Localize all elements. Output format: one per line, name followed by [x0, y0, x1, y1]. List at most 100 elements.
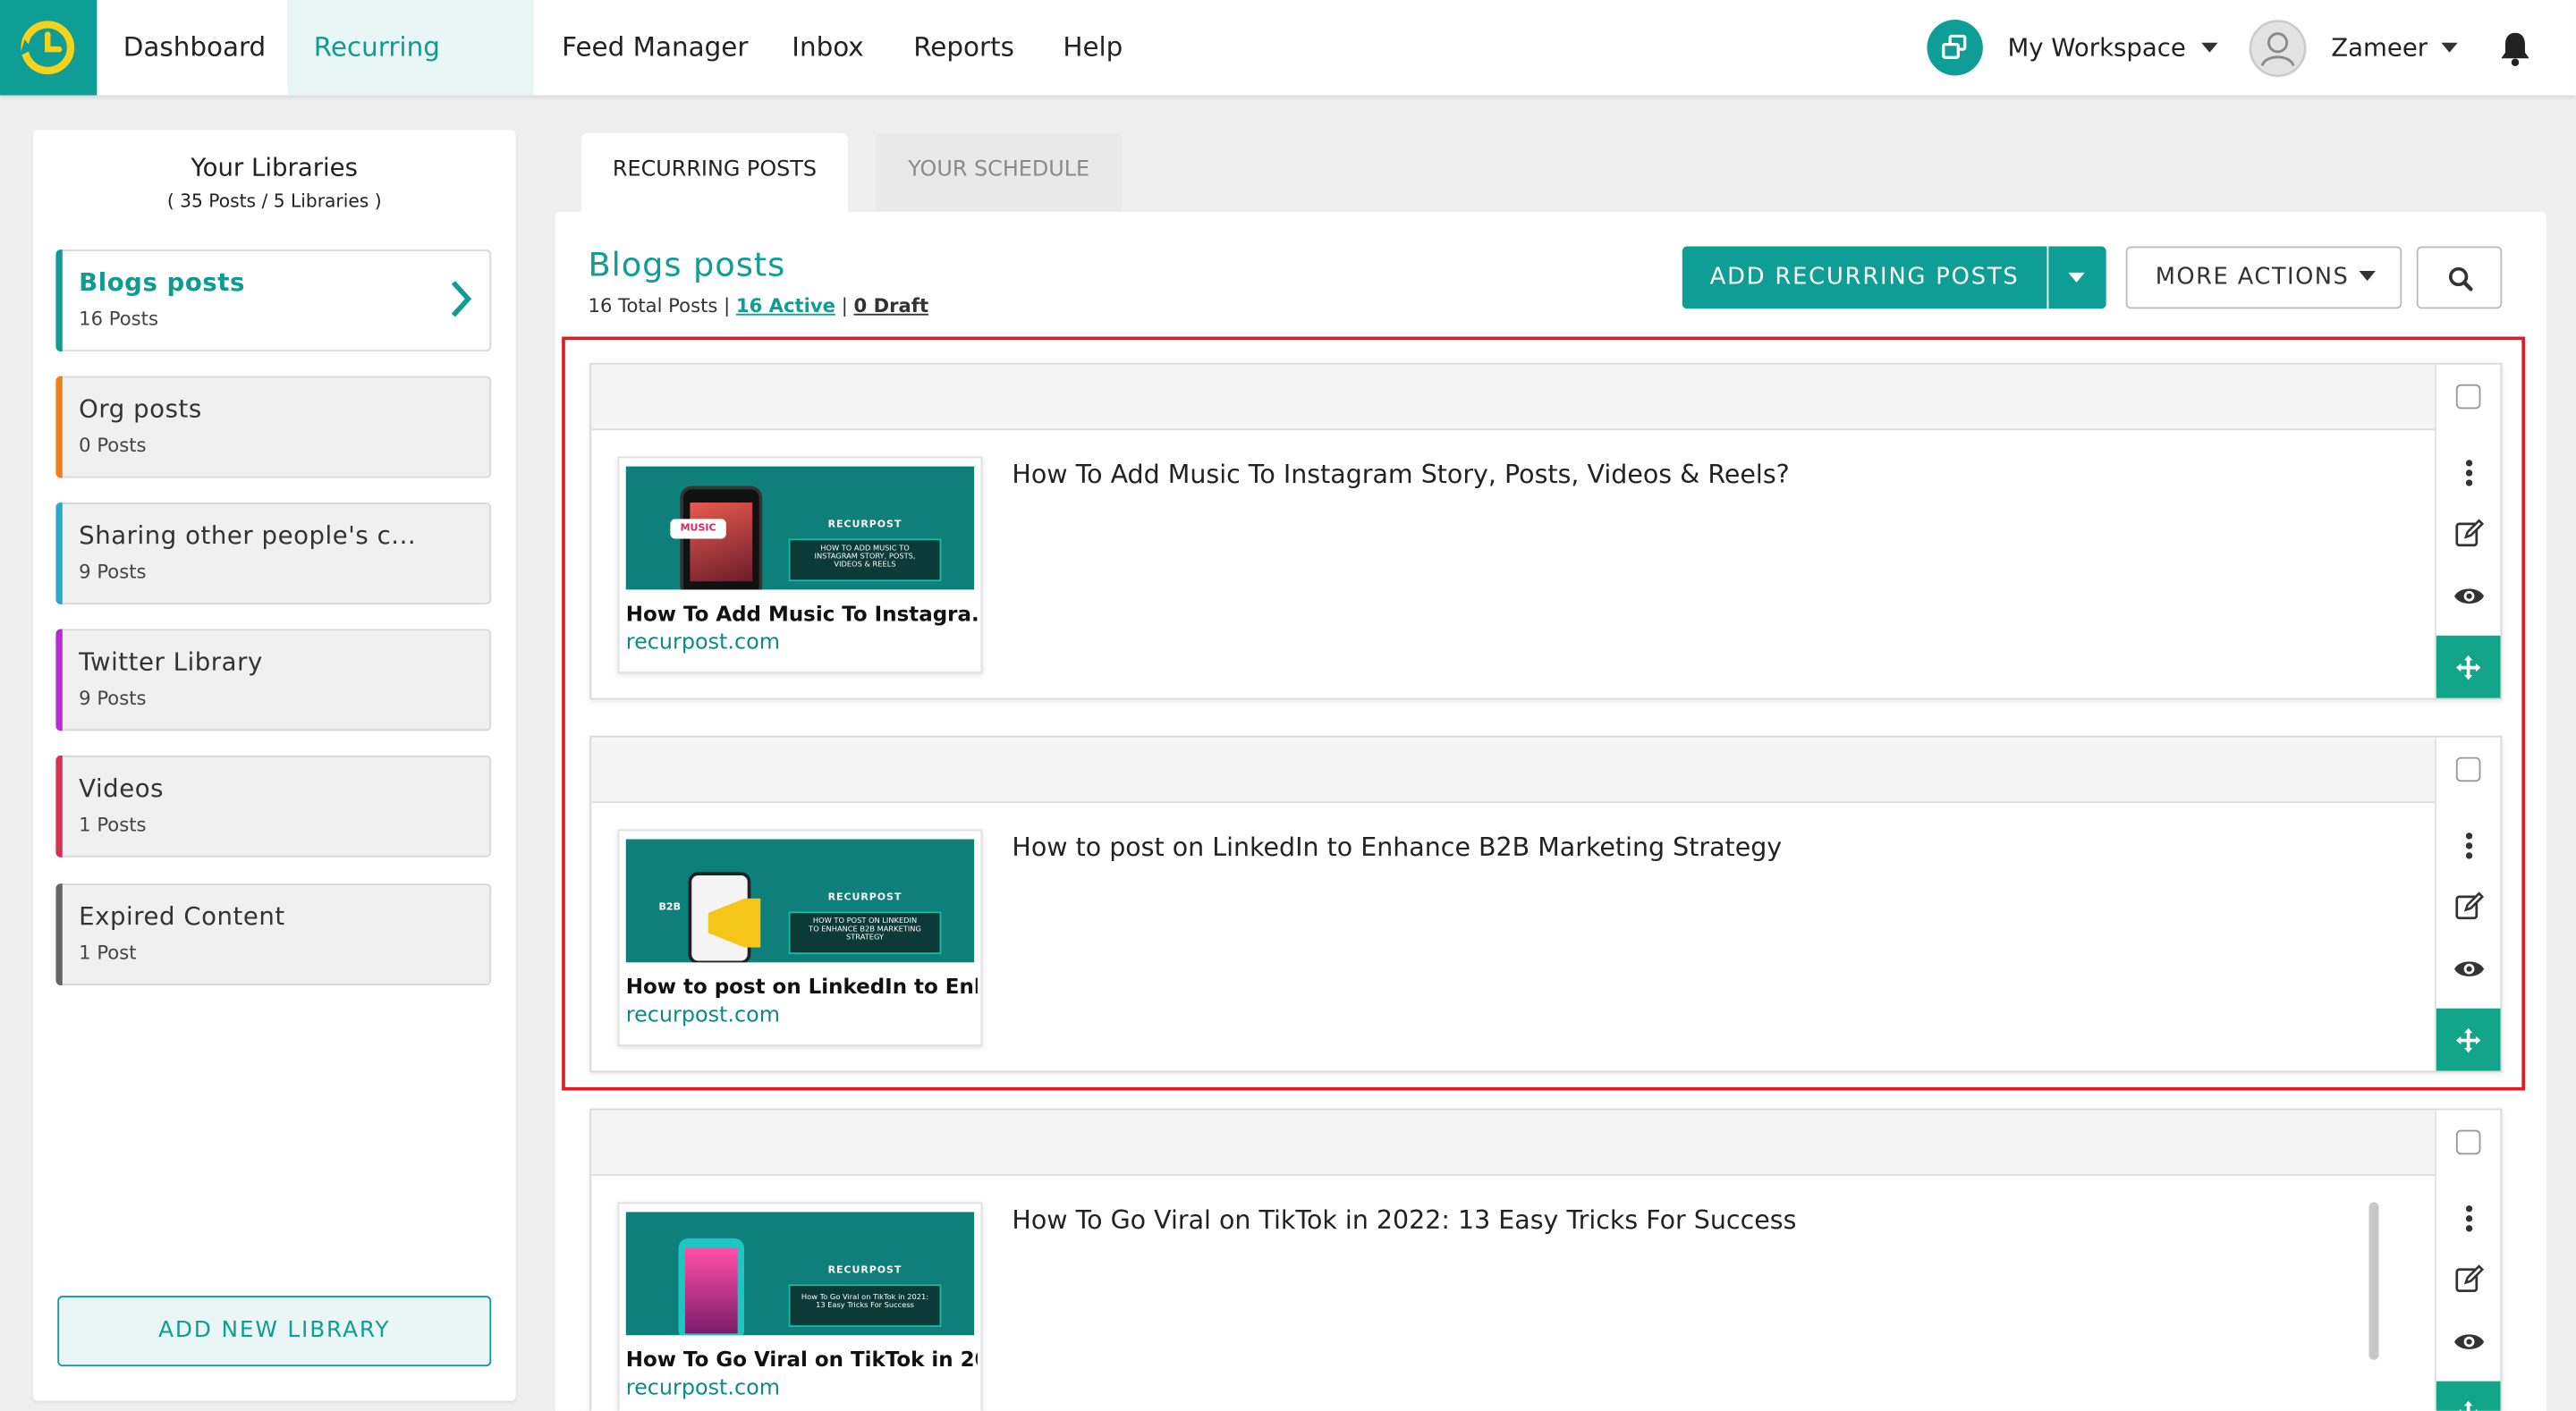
post-preview-button[interactable]	[2436, 1329, 2501, 1360]
nav-inbox[interactable]: Inbox	[766, 0, 890, 96]
post-select-checkbox[interactable]	[2455, 756, 2481, 782]
nav-feed-manager[interactable]: Feed Manager	[536, 0, 775, 96]
libraries-sidebar: Your Libraries ( 35 Posts / 5 Libraries …	[32, 130, 516, 1401]
library-name: Org posts	[79, 393, 202, 424]
link-preview[interactable]: B2B RECURPOST HOW TO POST ON LINKEDIN TO…	[617, 829, 983, 1046]
workspace-switch-button[interactable]	[1927, 20, 1983, 76]
post-text[interactable]: How To Go Viral on TikTok in 2022: 13 Ea…	[1012, 1205, 1796, 1235]
active-posts-link[interactable]: 16 Active	[736, 294, 835, 317]
tab-recurring-posts[interactable]: RECURRING POSTS	[581, 132, 848, 214]
thumb-line: How To Go Viral on TikTok in 2021:	[801, 1294, 929, 1303]
post-card: B2B RECURPOST HOW TO POST ON LINKEDIN TO…	[589, 735, 2503, 1073]
thumb-line: VIDEOS & REELS	[834, 562, 896, 570]
post-select-checkbox[interactable]	[2455, 384, 2481, 410]
workspace-caret-icon[interactable]	[2201, 42, 2218, 53]
post-move-handle[interactable]	[2436, 1008, 2501, 1071]
library-card-expired-content[interactable]: Expired Content 1 Post	[55, 883, 492, 986]
preview-title: How To Go Viral on TikTok in 20...	[625, 1347, 978, 1372]
libraries-title: Your Libraries	[191, 152, 358, 182]
post-text-scrollbar[interactable]	[2368, 1202, 2379, 1360]
post-text[interactable]: How to post on LinkedIn to Enhance B2B M…	[1012, 832, 1782, 862]
library-count: 16 Posts	[79, 307, 158, 331]
link-preview[interactable]: RECURPOST How To Go Viral on TikTok in 2…	[617, 1202, 983, 1411]
post-card-header	[591, 1110, 2436, 1177]
post-move-handle[interactable]	[2436, 635, 2501, 698]
preview-domain[interactable]: recurpost.com	[626, 1003, 780, 1028]
post-action-column	[2434, 364, 2501, 698]
preview-title: How To Add Music To Instagra...	[625, 601, 978, 626]
add-new-library-button[interactable]: ADD NEW LIBRARY	[57, 1296, 492, 1367]
preview-thumbnail: RECURPOST How To Go Viral on TikTok in 2…	[625, 1212, 975, 1336]
post-counts: 16 Total Posts | 16 Active | 0 Draft	[589, 294, 929, 317]
more-actions-button[interactable]: MORE ACTIONS	[2125, 246, 2402, 309]
thumb-brand: RECURPOST	[827, 519, 902, 531]
library-color-bar	[55, 883, 63, 986]
post-card: MUSIC RECURPOST HOW TO ADD MUSIC TO INST…	[589, 362, 2503, 700]
tab-your-schedule[interactable]: YOUR SCHEDULE	[875, 132, 1123, 214]
post-edit-button[interactable]	[2436, 519, 2501, 554]
search-icon	[2448, 266, 2473, 291]
thumb-line: TO ENHANCE B2B MARKETING	[809, 925, 921, 935]
post-text[interactable]: How To Add Music To Instagram Story, Pos…	[1012, 460, 1789, 489]
post-preview-button[interactable]	[2436, 583, 2501, 614]
thumb-phone	[678, 1238, 745, 1336]
more-actions-label: MORE ACTIONS	[2155, 264, 2350, 291]
link-preview[interactable]: MUSIC RECURPOST HOW TO ADD MUSIC TO INST…	[617, 456, 983, 674]
library-name: Expired Content	[79, 901, 285, 932]
preview-domain[interactable]: recurpost.com	[626, 1376, 780, 1401]
add-recurring-posts-dropdown[interactable]	[2048, 246, 2106, 309]
library-color-bar	[55, 755, 63, 858]
user-caret-icon[interactable]	[2441, 42, 2458, 53]
thumb-title-box: How To Go Viral on TikTok in 2021: 13 Ea…	[788, 1284, 942, 1328]
bell-icon[interactable]	[2499, 31, 2532, 67]
library-name: Blogs posts	[79, 267, 245, 298]
avatar[interactable]	[2249, 20, 2307, 78]
library-color-bar	[55, 629, 63, 731]
add-recurring-posts-button[interactable]: ADD RECURRING POSTS	[1682, 246, 2047, 309]
thumb-line: HOW TO ADD MUSIC TO	[820, 545, 910, 553]
thumb-screen	[684, 1247, 738, 1334]
move-arrows-icon	[2459, 1400, 2479, 1411]
preview-title: How to post on LinkedIn to Enh...	[625, 974, 978, 999]
library-count: 1 Post	[79, 941, 137, 965]
preview-domain[interactable]: recurpost.com	[626, 630, 780, 655]
thumb-title-box: HOW TO ADD MUSIC TO INSTAGRAM STORY, POS…	[788, 538, 942, 582]
app-logo[interactable]	[0, 0, 97, 96]
thumb-line: 13 Easy Tricks For Success	[816, 1302, 914, 1311]
post-action-column	[2434, 737, 2501, 1071]
workspace-dropdown[interactable]: My Workspace	[2007, 0, 2185, 96]
library-name: Sharing other people's c...	[79, 520, 417, 551]
user-menu-dropdown[interactable]: Zameer	[2331, 0, 2428, 96]
draft-posts-link[interactable]: 0 Draft	[854, 294, 929, 317]
post-move-handle[interactable]	[2436, 1381, 2501, 1411]
nav-help[interactable]: Help	[1037, 0, 1149, 96]
post-action-column	[2434, 1110, 2501, 1411]
eye-icon	[2454, 1334, 2485, 1349]
post-preview-button[interactable]	[2436, 956, 2501, 987]
thumb-title-box: HOW TO POST ON LINKEDIN TO ENHANCE B2B M…	[788, 911, 942, 955]
post-edit-button[interactable]	[2436, 891, 2501, 927]
preview-thumbnail: MUSIC RECURPOST HOW TO ADD MUSIC TO INST…	[625, 466, 975, 590]
thumb-brand: RECURPOST	[827, 891, 902, 904]
search-button[interactable]	[2416, 246, 2503, 309]
workspace-switch-icon	[1942, 34, 1967, 59]
post-edit-button[interactable]	[2436, 1264, 2501, 1300]
nav-dashboard[interactable]: Dashboard	[97, 0, 292, 96]
post-menu-button[interactable]	[2436, 831, 2501, 866]
chevron-down-icon	[2359, 271, 2376, 282]
library-card-videos[interactable]: Videos 1 Posts	[55, 755, 492, 858]
post-menu-button[interactable]	[2436, 1204, 2501, 1239]
library-count: 9 Posts	[79, 686, 147, 710]
post-select-checkbox[interactable]	[2455, 1129, 2481, 1155]
nav-recurring-posts[interactable]: Recurring Posts	[287, 0, 534, 157]
library-card-blogs-posts[interactable]: Blogs posts 16 Posts	[55, 249, 492, 352]
library-card-sharing[interactable]: Sharing other people's c... 9 Posts	[55, 503, 492, 604]
thumb-line: STRATEGY	[845, 934, 885, 943]
library-card-twitter[interactable]: Twitter Library 9 Posts	[55, 629, 492, 731]
library-card-org-posts[interactable]: Org posts 0 Posts	[55, 376, 492, 478]
nav-reports[interactable]: Reports	[887, 0, 1041, 96]
library-color-bar	[55, 503, 63, 604]
separator: |	[841, 293, 848, 317]
page-title: Blogs posts	[588, 244, 786, 284]
post-menu-button[interactable]	[2436, 458, 2501, 494]
